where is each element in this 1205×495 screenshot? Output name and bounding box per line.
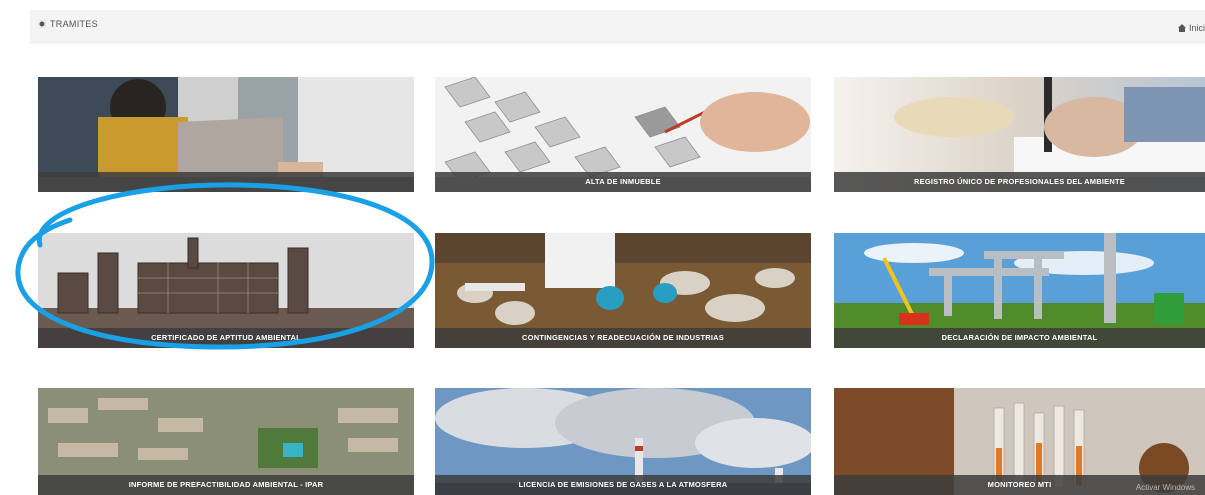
card-caption[interactable] — [38, 172, 414, 192]
card-caption[interactable]: ALTA DE INMUEBLE — [435, 172, 811, 192]
tramite-card-6[interactable]: DECLARACIÓN DE IMPACTO AMBIENTAL — [834, 233, 1205, 348]
home-link[interactable]: Inici — [1177, 23, 1205, 33]
card-caption[interactable]: CONTINGENCIAS Y READECUACIÓN DE INDUSTRI… — [435, 328, 811, 348]
gear-icon — [38, 20, 46, 28]
home-icon — [1177, 24, 1186, 32]
tramite-card-3[interactable]: REGISTRO ÚNICO DE PROFESIONALES DEL AMBI… — [834, 77, 1205, 192]
card-caption[interactable]: DECLARACIÓN DE IMPACTO AMBIENTAL — [834, 328, 1205, 348]
home-label[interactable]: Inici — [1189, 23, 1205, 33]
section-title: TRAMITES — [50, 19, 98, 29]
breadcrumb-bar: TRAMITES Inici — [30, 10, 1205, 43]
breadcrumb: TRAMITES — [38, 19, 98, 29]
card-caption[interactable]: INFORME DE PREFACTIBILIDAD AMBIENTAL - I… — [38, 475, 414, 495]
tramite-card-1[interactable] — [38, 77, 414, 192]
tramite-card-5[interactable]: CONTINGENCIAS Y READECUACIÓN DE INDUSTRI… — [435, 233, 811, 348]
card-caption[interactable]: CERTIFICADO DE APTITUD AMBIENTAL — [38, 328, 414, 348]
card-caption[interactable]: LICENCIA DE EMISIONES DE GASES A LA ATMO… — [435, 475, 811, 495]
tramite-card-7[interactable]: INFORME DE PREFACTIBILIDAD AMBIENTAL - I… — [38, 388, 414, 495]
windows-watermark: Activar Windows — [1135, 483, 1195, 492]
tramite-card-9[interactable]: MONITOREO MTI Activar Windows — [834, 388, 1205, 495]
tramite-card-2[interactable]: ALTA DE INMUEBLE — [435, 77, 811, 192]
tramite-card-4[interactable]: CERTIFICADO DE APTITUD AMBIENTAL — [38, 233, 414, 348]
tramite-card-8[interactable]: LICENCIA DE EMISIONES DE GASES A LA ATMO… — [435, 388, 811, 495]
card-caption[interactable]: REGISTRO ÚNICO DE PROFESIONALES DEL AMBI… — [834, 172, 1205, 192]
